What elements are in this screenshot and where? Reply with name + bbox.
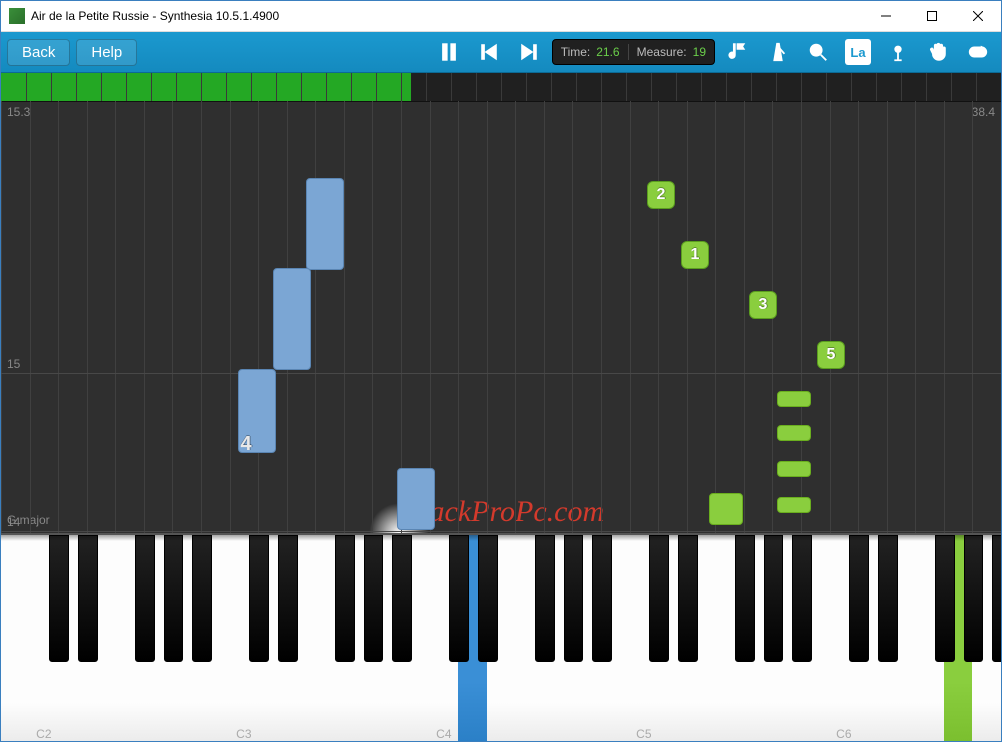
measure-mark: 15	[7, 357, 20, 371]
black-key[interactable]	[535, 535, 555, 662]
black-key[interactable]	[164, 535, 184, 662]
pause-button[interactable]	[432, 36, 466, 68]
black-key[interactable]	[78, 535, 98, 662]
black-key[interactable]	[678, 535, 698, 662]
black-key[interactable]	[792, 535, 812, 662]
black-key[interactable]	[135, 535, 155, 662]
progress-fill	[1, 73, 411, 101]
prev-button[interactable]	[472, 36, 506, 68]
loop-icon[interactable]	[961, 36, 995, 68]
app-window: Air de la Petite Russie - Synthesia 10.5…	[0, 0, 1002, 742]
octave-label: C6	[830, 727, 859, 741]
time-value: 21.6	[596, 45, 619, 59]
black-key[interactable]	[992, 535, 1002, 662]
keyboard-shade	[1, 535, 1001, 541]
falling-note	[273, 268, 311, 370]
toolbar: Back Help Time: 21.6 Measure: 19 La	[1, 32, 1001, 73]
labels-button[interactable]: La	[841, 36, 875, 68]
bookmark-icon[interactable]	[881, 36, 915, 68]
back-button[interactable]: Back	[7, 39, 70, 66]
zoom-icon[interactable]	[801, 36, 835, 68]
octave-label: C4	[430, 727, 459, 741]
black-key[interactable]	[364, 535, 384, 662]
black-key[interactable]	[964, 535, 984, 662]
black-key[interactable]	[564, 535, 584, 662]
black-key[interactable]	[249, 535, 269, 662]
measure-value: 19	[693, 45, 706, 59]
black-key[interactable]	[735, 535, 755, 662]
falling-note	[397, 468, 435, 530]
hand-icon[interactable]	[921, 36, 955, 68]
black-key[interactable]	[935, 535, 955, 662]
help-button[interactable]: Help	[76, 39, 137, 66]
black-key[interactable]	[278, 535, 298, 662]
close-button[interactable]	[955, 1, 1001, 31]
finger-number: 4	[233, 431, 259, 457]
piano-keyboard[interactable]: C2 C3 C4 C5 C6	[1, 533, 1001, 742]
app-icon	[9, 8, 25, 24]
falling-note	[709, 493, 743, 525]
white-key[interactable]	[1, 535, 31, 742]
maximize-button[interactable]	[909, 1, 955, 31]
black-key[interactable]	[335, 535, 355, 662]
measure-mark: 14	[7, 515, 20, 529]
black-key[interactable]	[849, 535, 869, 662]
black-key[interactable]	[449, 535, 469, 662]
time-label: Time:	[561, 45, 591, 59]
falling-note	[306, 178, 344, 270]
measure-label: Measure:	[637, 45, 687, 59]
time-right-label: 38.4	[972, 105, 995, 119]
octave-label: C2	[30, 727, 59, 741]
note-roll[interactable]: 15.3 38.4 G major CrackProPc.com 1514213…	[1, 73, 1001, 533]
falling-note	[777, 391, 811, 407]
black-key[interactable]	[764, 535, 784, 662]
progress-track[interactable]	[1, 73, 1001, 102]
metronome-icon[interactable]	[761, 36, 795, 68]
finger-number: 1	[681, 241, 709, 269]
window-title: Air de la Petite Russie - Synthesia 10.5…	[31, 9, 279, 23]
octave-label: C5	[630, 727, 659, 741]
falling-note	[777, 497, 811, 513]
sheet-music-icon[interactable]	[721, 36, 755, 68]
falling-note	[777, 425, 811, 441]
time-display[interactable]: Time: 21.6 Measure: 19	[552, 39, 715, 65]
octave-label: C3	[230, 727, 259, 741]
time-left-label: 15.3	[7, 105, 30, 119]
black-key[interactable]	[392, 535, 412, 662]
black-key[interactable]	[49, 535, 69, 662]
finger-number: 2	[647, 181, 675, 209]
titlebar: Air de la Petite Russie - Synthesia 10.5…	[1, 1, 1001, 32]
finger-number: 5	[817, 341, 845, 369]
black-key[interactable]	[878, 535, 898, 662]
falling-note	[777, 461, 811, 477]
black-key[interactable]	[192, 535, 212, 662]
next-button[interactable]	[512, 36, 546, 68]
black-key[interactable]	[478, 535, 498, 662]
finger-number: 3	[749, 291, 777, 319]
black-key[interactable]	[649, 535, 669, 662]
minimize-button[interactable]	[863, 1, 909, 31]
black-key[interactable]	[592, 535, 612, 662]
